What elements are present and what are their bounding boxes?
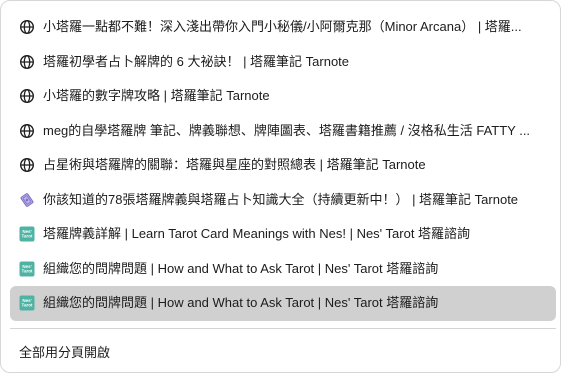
globe-icon bbox=[19, 157, 35, 173]
favicon-text: Nes' Tarot bbox=[22, 264, 33, 274]
open-all-in-tabs-item[interactable]: 全部用分頁開啟 bbox=[10, 335, 556, 367]
bookmark-title: meg的自學塔羅牌 筆記、牌義聯想、牌陣圖表、塔羅書籍推薦 / 沒格私生活 FA… bbox=[43, 122, 531, 138]
nes-tarot-favicon: Nes' Tarot bbox=[19, 261, 35, 277]
bookmark-title: 組織您的問牌問題 | How and What to Ask Tarot | N… bbox=[43, 295, 439, 311]
bookmark-title: 組織您的問牌問題 | How and What to Ask Tarot | N… bbox=[43, 260, 439, 276]
tarot-card-icon bbox=[19, 192, 35, 208]
bookmark-item[interactable]: 小塔羅一點都不難！深入淺出帶你入門小秘儀/小阿爾克那（Minor Arcana）… bbox=[10, 10, 556, 45]
globe-icon bbox=[19, 88, 35, 104]
bookmark-item[interactable]: 塔羅初學者占卜解牌的 6 大祕訣！ | 塔羅筆記 Tarnote bbox=[10, 45, 556, 80]
nes-tarot-favicon: Nes' Tarot bbox=[19, 295, 35, 311]
favicon-text: Nes' Tarot bbox=[22, 229, 33, 239]
bookmark-item[interactable]: 你該知道的78張塔羅牌義與塔羅占卜知識大全（持續更新中！） | 塔羅筆記 Tar… bbox=[10, 183, 556, 218]
bookmark-list: 小塔羅一點都不難！深入淺出帶你入門小秘儀/小阿爾克那（Minor Arcana）… bbox=[10, 10, 556, 321]
favicon-text: Nes' Tarot bbox=[22, 298, 33, 308]
bookmark-title: 小塔羅的數字牌攻略 | 塔羅筆記 Tarnote bbox=[43, 88, 270, 104]
globe-icon bbox=[19, 54, 35, 70]
bookmark-title: 你該知道的78張塔羅牌義與塔羅占卜知識大全（持續更新中！） | 塔羅筆記 Tar… bbox=[43, 191, 519, 207]
bookmark-item[interactable]: 占星術與塔羅牌的關聯：塔羅與星座的對照總表 | 塔羅筆記 Tarnote bbox=[10, 148, 556, 183]
bookmark-item[interactable]: 小塔羅的數字牌攻略 | 塔羅筆記 Tarnote bbox=[10, 79, 556, 114]
globe-icon bbox=[19, 19, 35, 35]
bookmark-title: 小塔羅一點都不難！深入淺出帶你入門小秘儀/小阿爾克那（Minor Arcana）… bbox=[43, 19, 522, 35]
bookmark-item[interactable]: meg的自學塔羅牌 筆記、牌義聯想、牌陣圖表、塔羅書籍推薦 / 沒格私生活 FA… bbox=[10, 114, 556, 149]
bookmark-folder-menu: 小塔羅一點都不難！深入淺出帶你入門小秘儀/小阿爾克那（Minor Arcana）… bbox=[0, 0, 561, 373]
nes-tarot-favicon: Nes' Tarot bbox=[19, 226, 35, 242]
menu-divider bbox=[10, 328, 556, 329]
bookmark-title: 占星術與塔羅牌的關聯：塔羅與星座的對照總表 | 塔羅筆記 Tarnote bbox=[43, 157, 426, 173]
globe-icon bbox=[19, 123, 35, 139]
bookmark-title: 塔羅牌義詳解 | Learn Tarot Card Meanings with … bbox=[43, 226, 471, 242]
bookmark-title: 塔羅初學者占卜解牌的 6 大祕訣！ | 塔羅筆記 Tarnote bbox=[43, 53, 350, 69]
bookmark-item-selected[interactable]: Nes' Tarot 組織您的問牌問題 | How and What to Ask… bbox=[10, 286, 556, 321]
bookmark-item[interactable]: Nes' Tarot 組織您的問牌問題 | How and What to Ask… bbox=[10, 252, 556, 287]
bookmark-item[interactable]: Nes' Tarot 塔羅牌義詳解 | Learn Tarot Card Mean… bbox=[10, 217, 556, 252]
